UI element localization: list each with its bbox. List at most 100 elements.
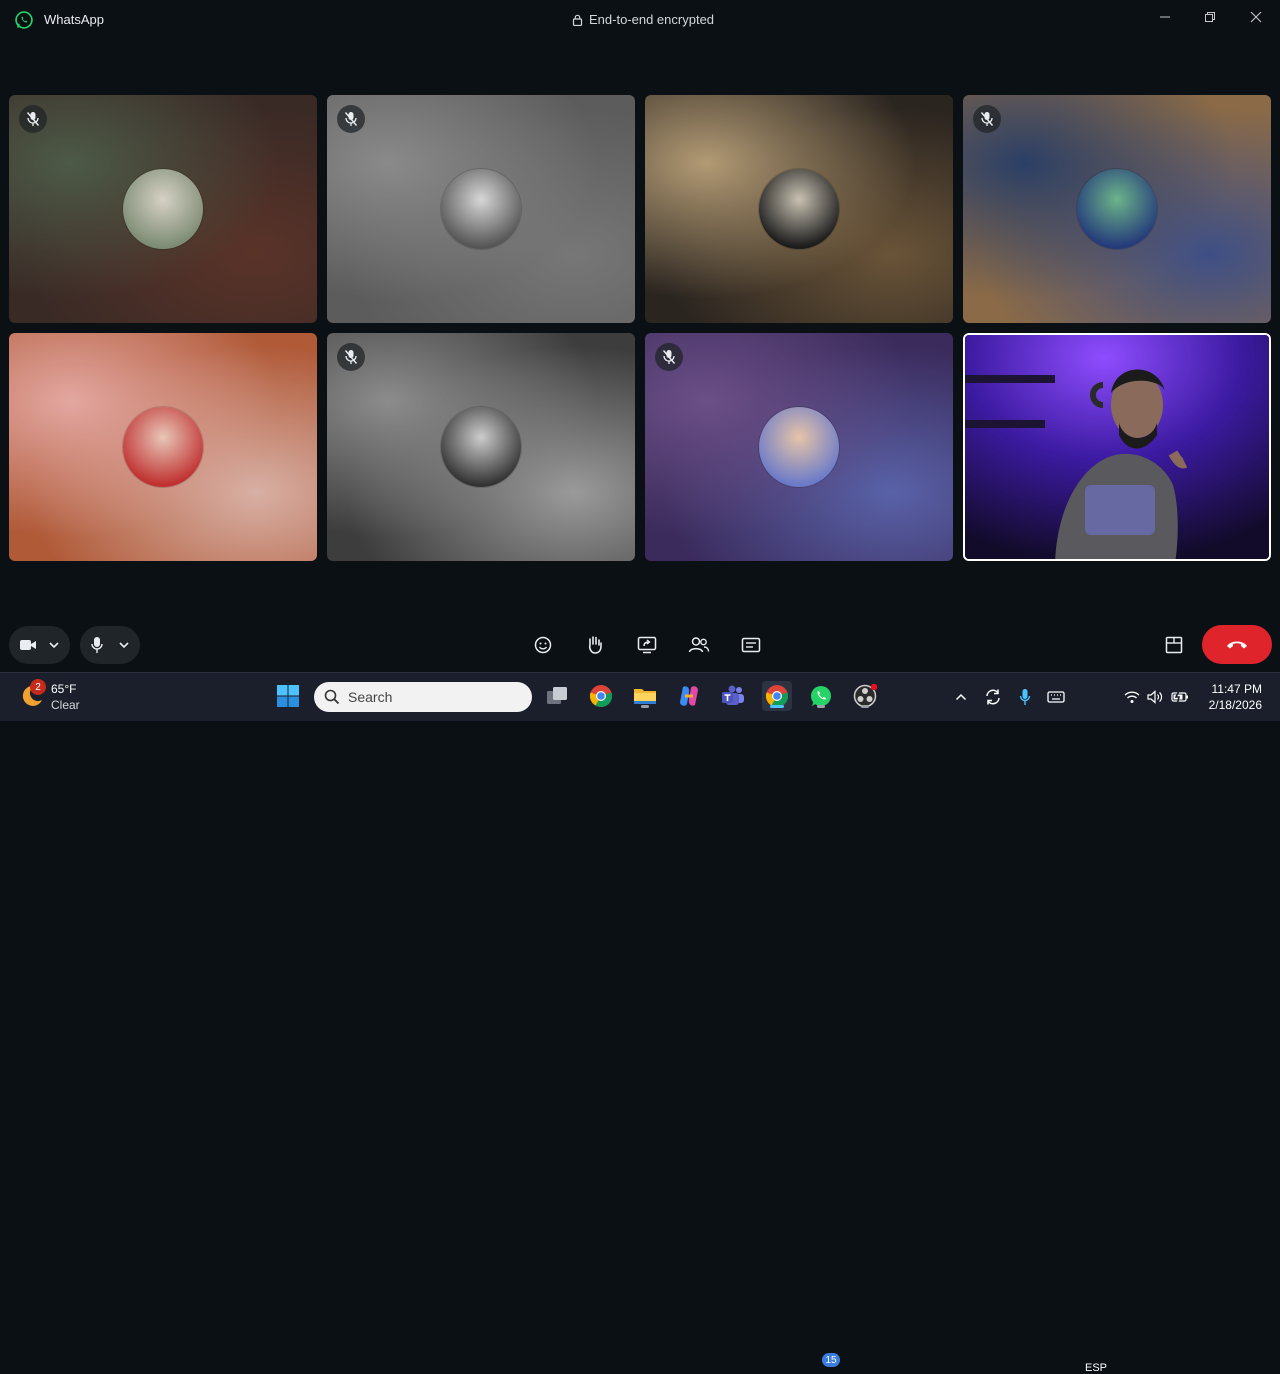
taskbar-obs[interactable]: [850, 681, 880, 711]
battery-charging-icon: [1171, 690, 1188, 704]
raise-hand-button[interactable]: [582, 632, 608, 658]
minimize-icon: [1160, 16, 1170, 18]
close-button[interactable]: [1245, 8, 1267, 26]
camera-control[interactable]: [9, 626, 70, 664]
participant-avatar: [759, 169, 839, 249]
muted-mic-icon: [19, 105, 47, 133]
muted-mic-icon: [973, 105, 1001, 133]
input-language-indicator[interactable]: ESP: [1085, 1362, 1107, 1374]
taskbar-clock[interactable]: 11:47 PM 2/18/2026: [1208, 681, 1262, 713]
participants-button[interactable]: [686, 632, 712, 658]
end-call-button[interactable]: [1202, 625, 1272, 664]
video-camera-icon: [20, 640, 36, 650]
maximize-icon: [1205, 12, 1215, 22]
taskbar-chrome-2[interactable]: [762, 681, 792, 711]
participant-tile-2[interactable]: [327, 95, 635, 323]
chrome-icon: [589, 685, 613, 708]
copilot-icon: [680, 686, 698, 706]
end-call-icon: [1227, 641, 1247, 648]
wifi-tray-icon[interactable]: [1122, 687, 1142, 707]
start-button[interactable]: [273, 681, 303, 711]
taskbar-search[interactable]: Search: [314, 682, 532, 712]
raise-hand-icon: [588, 636, 602, 654]
taskbar-copilot[interactable]: [674, 681, 704, 711]
sync-icon: [986, 689, 1000, 705]
self-video-tile[interactable]: [963, 333, 1271, 561]
running-indicator: [641, 705, 649, 708]
taskbar-file-explorer[interactable]: [630, 681, 660, 711]
captions-icon: [741, 637, 761, 653]
touch-keyboard-tray-icon[interactable]: [1046, 687, 1066, 707]
search-placeholder: Search: [348, 689, 393, 705]
teams-icon: [722, 685, 744, 705]
chevron-down-icon[interactable]: [48, 641, 60, 649]
running-indicator: [817, 705, 825, 708]
active-indicator: [770, 705, 784, 708]
encryption-label: End-to-end encrypted: [589, 12, 715, 27]
weather-notification-badge: 2: [30, 679, 46, 695]
folder-icon: [634, 689, 656, 704]
windows-logo-icon: [277, 685, 299, 707]
participant-avatar: [759, 407, 839, 487]
muted-mic-icon: [655, 343, 683, 371]
title-bar: WhatsApp End-to-end encrypted: [0, 0, 1280, 40]
taskbar-teams[interactable]: [718, 681, 748, 711]
participant-tile-4[interactable]: [963, 95, 1271, 323]
microphone-control[interactable]: [80, 626, 140, 664]
weather-temperature: 65°F: [51, 682, 77, 696]
muted-mic-icon: [337, 343, 365, 371]
task-view-button[interactable]: [542, 681, 572, 711]
participant-tile-1[interactable]: [9, 95, 317, 323]
search-icon: [324, 689, 340, 705]
participant-tile-6[interactable]: [327, 333, 635, 561]
participant-avatar: [441, 169, 521, 249]
layout-icon: [1165, 636, 1183, 654]
task-view-icon: [547, 687, 567, 704]
taskbar-chrome-1[interactable]: [586, 681, 616, 711]
taskbar: 2 65°F Clear Search 15 ESP: [0, 672, 1280, 1374]
minimize-button[interactable]: [1154, 8, 1176, 26]
participant-tile-7[interactable]: [645, 333, 953, 561]
participant-tile-3[interactable]: [645, 95, 953, 323]
battery-tray-icon[interactable]: [1170, 687, 1190, 707]
chevron-up-icon: [955, 693, 967, 701]
participant-avatar: [1077, 169, 1157, 249]
emoji-icon: [534, 636, 552, 654]
running-indicator: [861, 705, 869, 708]
microphone-icon: [1019, 689, 1031, 705]
reactions-button[interactable]: [530, 632, 556, 658]
whatsapp-unread-badge: 15: [822, 1353, 840, 1367]
keyboard-icon: [1047, 691, 1065, 703]
participant-avatar: [441, 407, 521, 487]
share-screen-button[interactable]: [634, 632, 660, 658]
close-icon: [1250, 11, 1262, 23]
mic-off-icon: [344, 350, 358, 364]
mic-off-icon: [980, 112, 994, 126]
layout-button[interactable]: [1161, 632, 1187, 658]
encryption-status: End-to-end encrypted: [572, 12, 714, 27]
mic-off-icon: [662, 350, 676, 364]
app-title: WhatsApp: [44, 12, 104, 27]
microphone-in-use-tray-icon[interactable]: [1015, 687, 1035, 707]
participants-icon: [688, 637, 710, 653]
participant-tile-5[interactable]: [9, 333, 317, 561]
mic-off-icon: [26, 112, 40, 126]
muted-mic-icon: [337, 105, 365, 133]
clock-date: 2/18/2026: [1208, 698, 1262, 712]
taskbar-whatsapp[interactable]: [806, 681, 836, 711]
sync-tray-icon[interactable]: [983, 687, 1003, 707]
weather-condition: Clear: [51, 698, 80, 712]
show-hidden-icons-button[interactable]: [951, 687, 971, 707]
clock-time: 11:47 PM: [1211, 682, 1262, 696]
self-camera-video: [965, 335, 1269, 559]
chevron-down-icon[interactable]: [118, 641, 130, 649]
maximize-button[interactable]: [1199, 8, 1221, 26]
microphone-icon: [91, 637, 103, 653]
volume-tray-icon[interactable]: [1145, 687, 1165, 707]
mic-off-icon: [344, 112, 358, 126]
captions-button[interactable]: [738, 632, 764, 658]
whatsapp-logo-icon: [15, 11, 33, 29]
participant-avatar: [123, 169, 203, 249]
participant-avatar: [123, 407, 203, 487]
wifi-icon: [1124, 691, 1140, 703]
